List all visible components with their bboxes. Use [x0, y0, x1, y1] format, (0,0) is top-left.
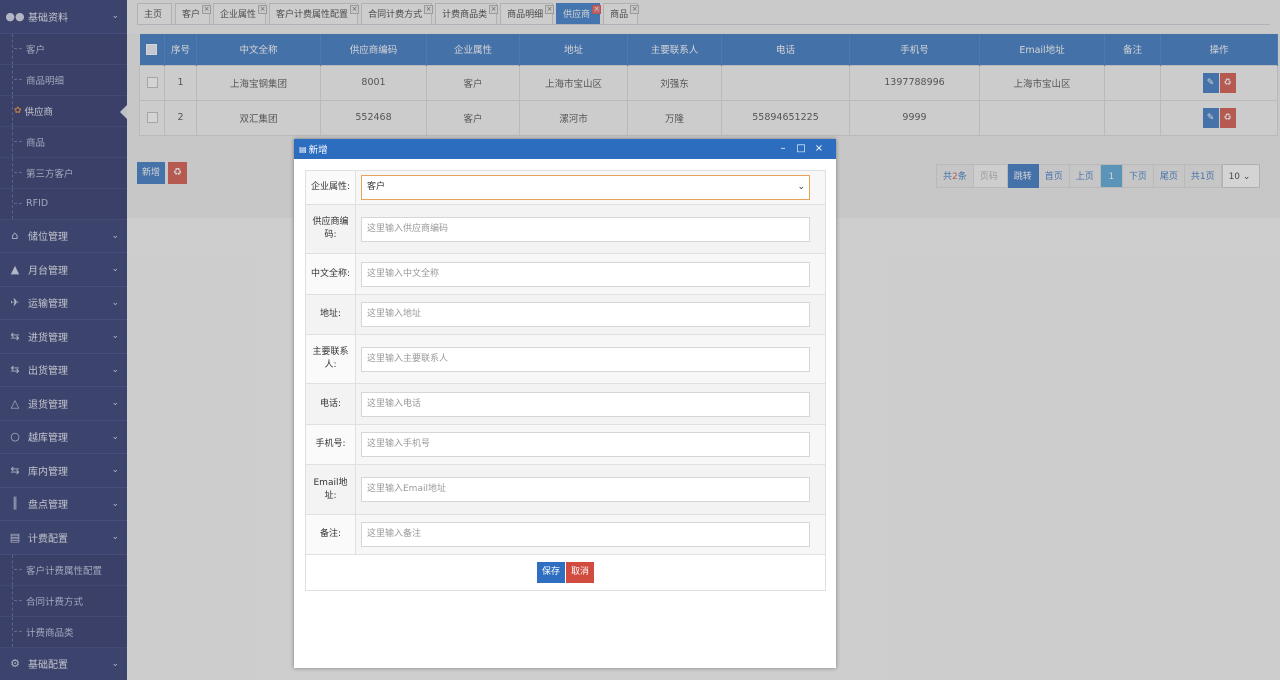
field-label: 电话:	[305, 383, 356, 425]
mobile-input[interactable]: 这里输入手机号	[361, 432, 810, 457]
field-label: 供应商编码:	[305, 204, 356, 254]
contact-input[interactable]: 这里输入主要联系人	[361, 346, 810, 372]
supplier-form: 企业属性: 客户 ⌄ 供应商编码: 这里输入供应商编码 中文全称: 这里输入中文全…	[305, 170, 826, 591]
address-input[interactable]: 这里输入地址	[361, 302, 810, 327]
email-input[interactable]: 这里输入Email地址	[361, 477, 810, 502]
supplier-code-input[interactable]: 这里输入供应商编码	[361, 216, 810, 242]
dialog-title: 新增	[308, 145, 328, 156]
full-name-input[interactable]: 这里输入中文全称	[361, 261, 810, 287]
phone-input[interactable]: 这里输入电话	[361, 391, 810, 417]
window-icon: ▤	[299, 144, 307, 154]
field-label: 地址:	[305, 294, 356, 335]
field-label: 中文全称:	[305, 253, 356, 295]
chevron-down-icon: ⌄	[797, 182, 805, 192]
dialog-actions: 保存 取消	[305, 554, 826, 591]
maximize-icon[interactable]: □	[792, 141, 810, 157]
field-label: 主要联系人:	[305, 334, 356, 384]
close-icon[interactable]: ×	[810, 141, 828, 157]
remark-input[interactable]: 这里输入备注	[361, 522, 810, 547]
save-button[interactable]: 保存	[536, 562, 565, 583]
field-label: 手机号:	[305, 424, 356, 465]
dialog-header: ▤ 新增 – □ ×	[294, 139, 836, 159]
enterprise-attr-select[interactable]: 客户 ⌄	[361, 175, 810, 200]
minimize-icon[interactable]: –	[774, 141, 792, 157]
field-label: 企业属性:	[305, 170, 356, 205]
add-supplier-dialog: ▤ 新增 – □ × 企业属性: 客户 ⌄ 供应商编码: 这里输入供应商编码 中文…	[294, 139, 836, 668]
field-label: 备注:	[305, 514, 356, 555]
cancel-button[interactable]: 取消	[566, 562, 595, 583]
field-label: Email地址:	[305, 464, 356, 515]
